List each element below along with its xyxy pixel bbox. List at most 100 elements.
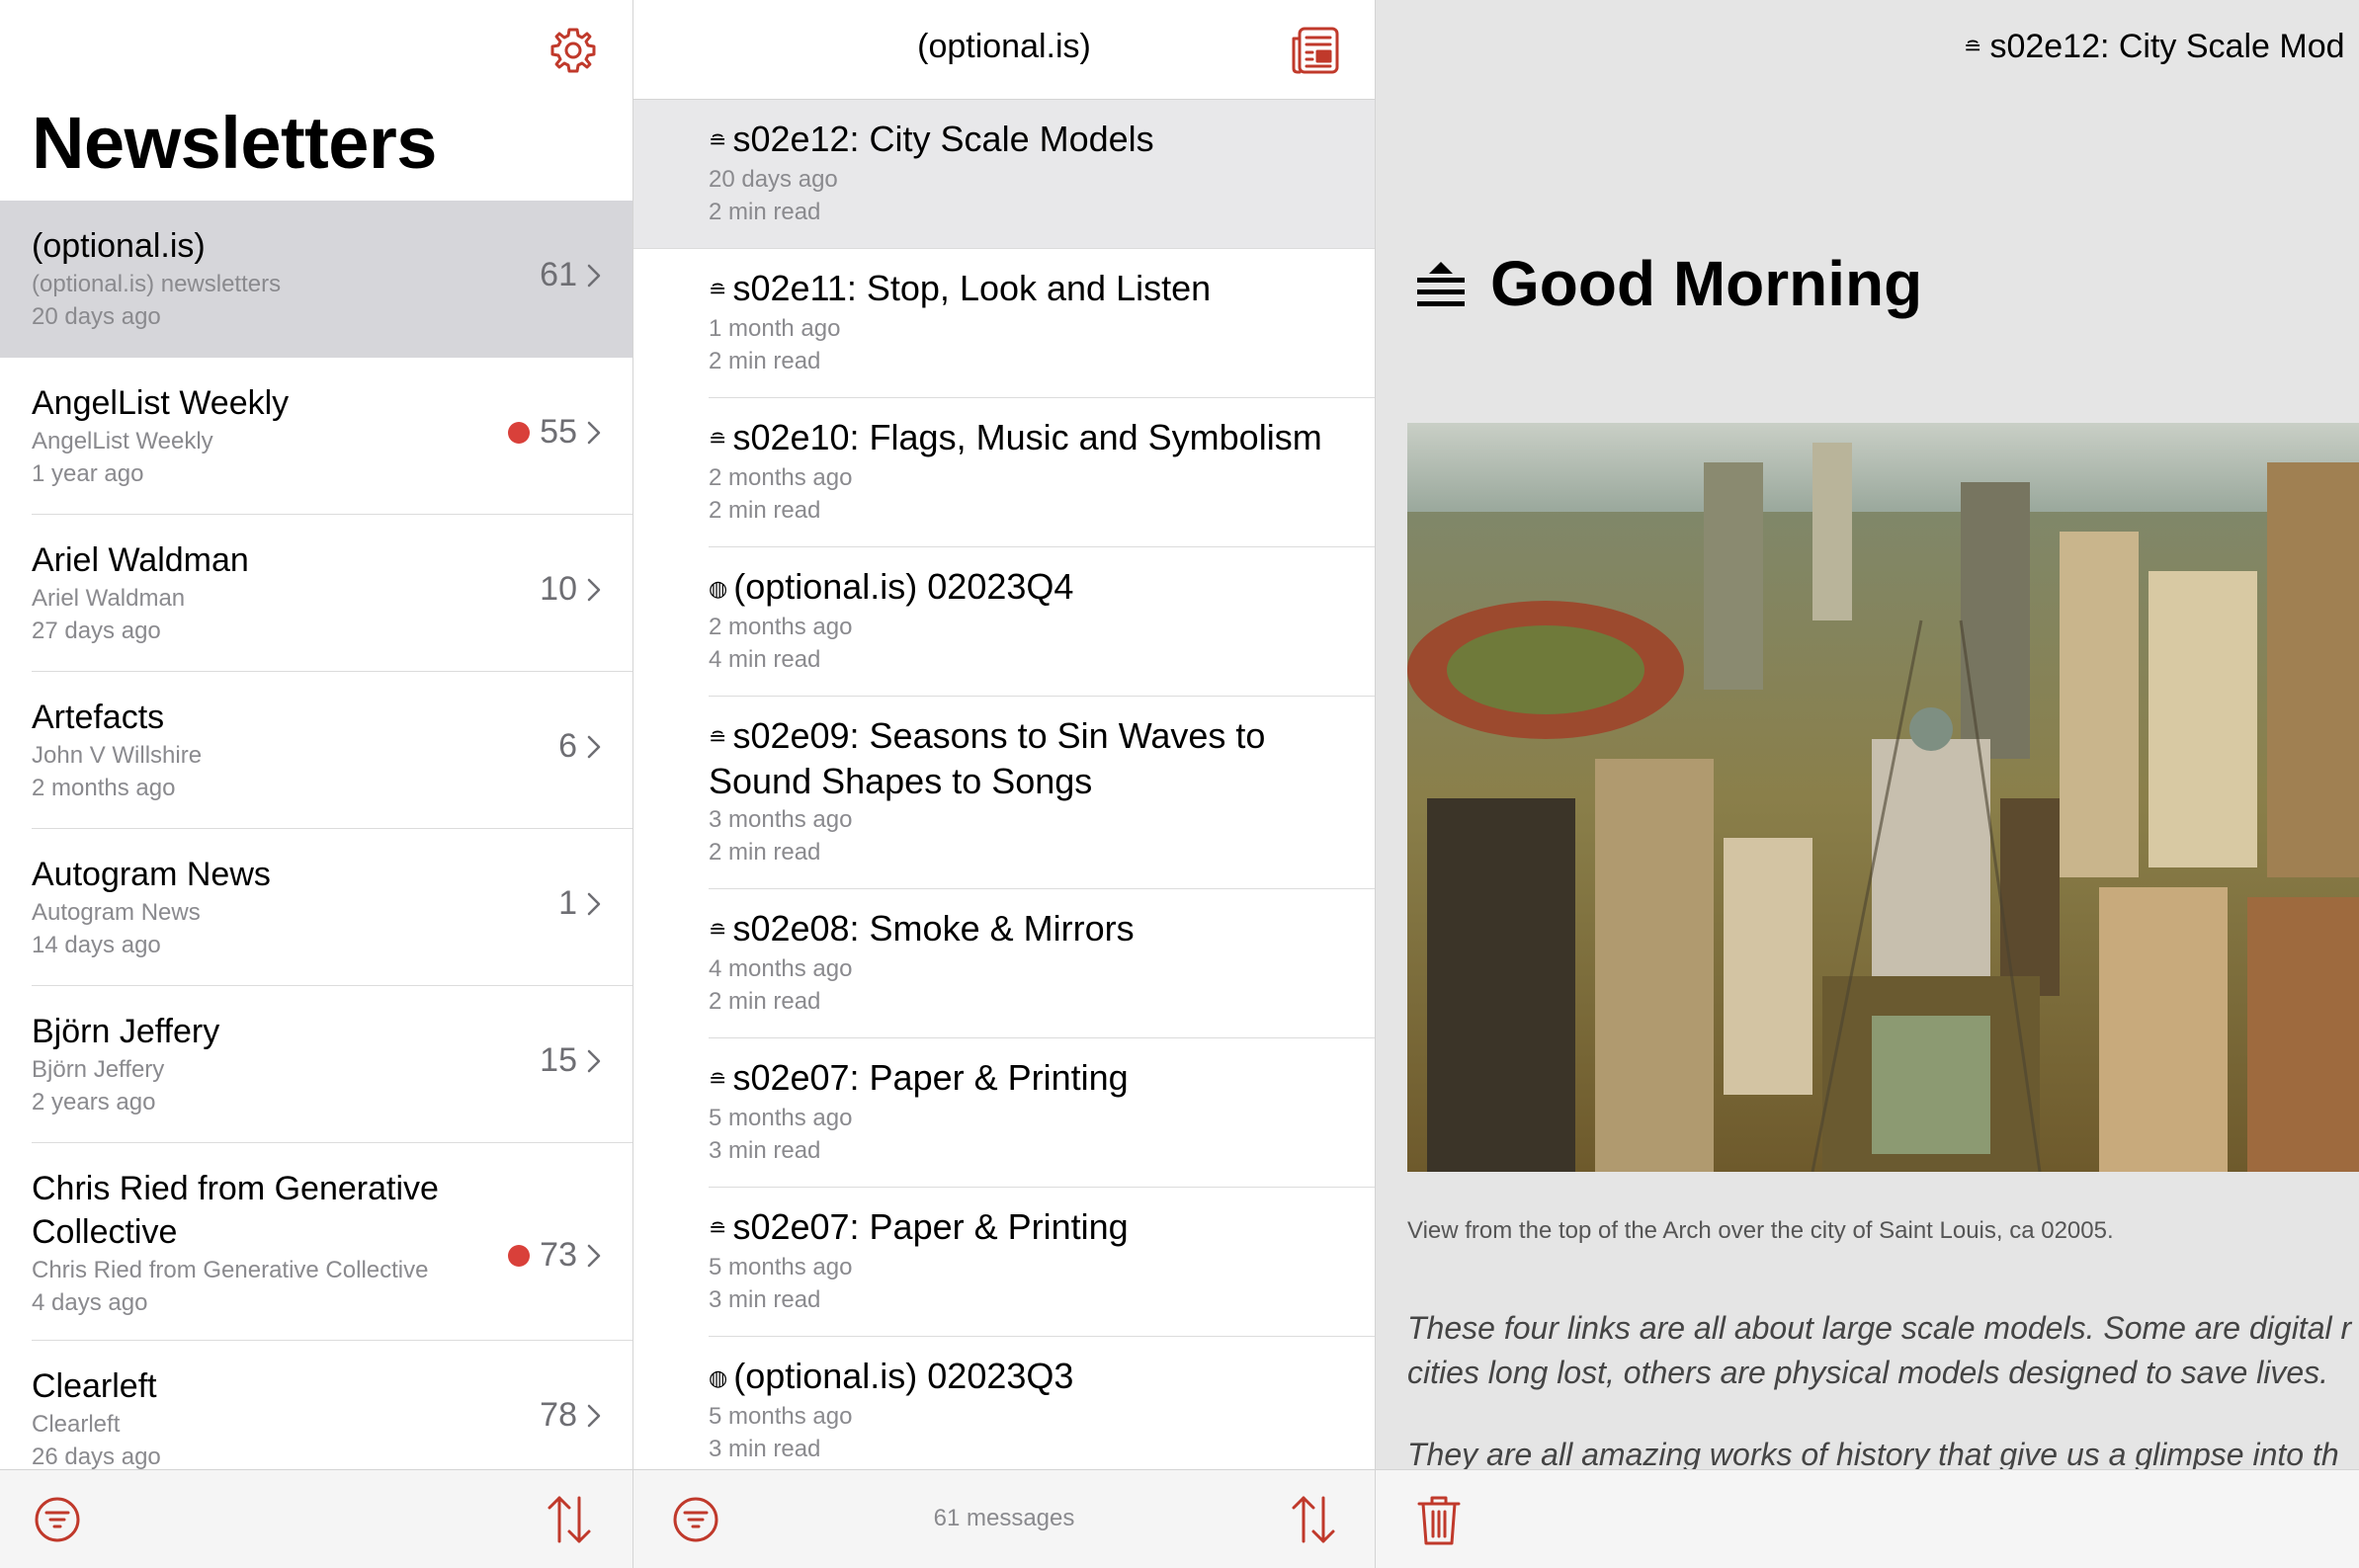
- message-type-icon: ≘: [709, 725, 727, 750]
- message-title: ◍ (optional.is) 02023Q3: [709, 1355, 1341, 1400]
- message-count: 61 messages: [933, 1505, 1075, 1531]
- message-type-icon: ≘: [709, 918, 727, 943]
- message-read-time: 3 min read: [709, 1436, 821, 1462]
- newsletter-count: 78: [540, 1396, 577, 1434]
- newsletter-author: (optional.is) newsletters: [32, 271, 282, 297]
- newsletter-count: 10: [540, 570, 577, 608]
- sort-button[interactable]: [542, 1492, 597, 1547]
- message-item[interactable]: ≘ s02e10: Flags, Music and Symbolism 2 mon…: [633, 398, 1375, 547]
- left-toolbar: [0, 1469, 632, 1568]
- article-nav-title: ≘ s02e12: City Scale Mod: [1964, 28, 2345, 66]
- reader-pane: ≘ s02e12: City Scale Mod Good Morning Vi…: [1376, 0, 2359, 1568]
- newsletter-count-area: 78: [540, 1396, 601, 1435]
- message-read-time: 4 min read: [709, 646, 821, 673]
- newsletter-count: 1: [558, 884, 577, 922]
- newsletter-author: AngelList Weekly: [32, 428, 213, 454]
- newsletter-count-area: 10: [540, 570, 601, 609]
- newsletter-time: 2 years ago: [32, 1089, 156, 1115]
- newsletter-name: Autogram News: [32, 856, 271, 893]
- message-title: ≘ s02e09: Seasons to Sin Waves to Sound S…: [709, 714, 1341, 803]
- newsletter-time: 26 days ago: [32, 1444, 161, 1470]
- message-date: 5 months ago: [709, 1254, 853, 1280]
- chevron-right-icon: [587, 1244, 601, 1267]
- chevron-right-icon: [587, 735, 601, 758]
- message-date: 5 months ago: [709, 1403, 853, 1430]
- newsletter-author: Clearleft: [32, 1411, 121, 1438]
- page-title: Newsletters: [32, 102, 437, 184]
- newsletter-item[interactable]: (optional.is) (optional.is) newsletters 20…: [0, 201, 632, 358]
- message-item[interactable]: ≘ s02e09: Seasons to Sin Waves to Sound S…: [633, 697, 1375, 889]
- filter-button[interactable]: [30, 1492, 85, 1547]
- message-item[interactable]: ≘ s02e07: Paper & Printing 5 months ago 3 m…: [633, 1188, 1375, 1337]
- photo-caption: View from the top of the Arch over the c…: [1407, 1217, 2114, 1244]
- message-title: ≘ s02e10: Flags, Music and Symbolism: [709, 416, 1341, 461]
- article-photo: [1407, 423, 2359, 1172]
- sort-messages-button[interactable]: [1286, 1492, 1341, 1547]
- newsletter-name: AngelList Weekly: [32, 384, 290, 422]
- message-title: ≘ s02e11: Stop, Look and Listen: [709, 267, 1341, 312]
- message-read-time: 2 min read: [709, 348, 821, 374]
- reader-button[interactable]: [1290, 25, 1341, 76]
- newsletter-name: Chris Ried from Generative Collective: [32, 1170, 439, 1251]
- newsletter-item[interactable]: Chris Ried from Generative Collective Chr…: [0, 1143, 632, 1341]
- newsletter-author: Autogram News: [32, 899, 201, 926]
- message-item[interactable]: ≘ s02e11: Stop, Look and Listen 1 month ag…: [633, 249, 1375, 398]
- message-title-text: s02e07: Paper & Printing: [732, 1057, 1129, 1098]
- newsletter-item[interactable]: Björn Jeffery Björn Jeffery 2 years ago 15: [0, 986, 632, 1143]
- message-title: ≘ s02e08: Smoke & Mirrors: [709, 907, 1341, 952]
- message-list: ≘ s02e12: City Scale Models 20 days ago 2 m…: [633, 100, 1375, 1470]
- chevron-right-icon: [587, 421, 601, 444]
- message-item[interactable]: ≘ s02e08: Smoke & Mirrors 4 months ago 2 mi…: [633, 889, 1375, 1038]
- message-title-text: s02e07: Paper & Printing: [732, 1206, 1129, 1247]
- newsletter-name: (optional.is): [32, 227, 206, 265]
- message-type-icon: ≘: [709, 278, 727, 302]
- message-read-time: 2 min read: [709, 988, 821, 1015]
- message-type-icon: ≘: [709, 427, 727, 452]
- reader-icon: [1292, 27, 1339, 74]
- unread-dot: [508, 1244, 531, 1267]
- messages-title: (optional.is): [917, 28, 1091, 65]
- newsletter-item[interactable]: Clearleft Clearleft 26 days ago 78: [0, 1341, 632, 1470]
- article-heading-text: Good Morning: [1490, 248, 1923, 319]
- newsletter-count-area: 15: [540, 1041, 601, 1080]
- message-item[interactable]: ≘ s02e07: Paper & Printing 5 months ago 3 m…: [633, 1038, 1375, 1188]
- newsletter-item[interactable]: Autogram News Autogram News 14 days ago 1: [0, 829, 632, 986]
- message-read-time: 2 min read: [709, 199, 821, 225]
- newsletter-name: Ariel Waldman: [32, 541, 249, 579]
- newsletter-list: (optional.is) (optional.is) newsletters 20…: [0, 201, 632, 1470]
- message-title: ≘ s02e12: City Scale Models: [709, 118, 1341, 163]
- chevron-right-icon: [587, 892, 601, 915]
- trash-icon: [1417, 1496, 1461, 1545]
- reader-toolbar: [1376, 1469, 2359, 1568]
- message-date: 2 months ago: [709, 464, 853, 491]
- delete-button[interactable]: [1411, 1492, 1467, 1547]
- newsletter-item[interactable]: AngelList Weekly AngelList Weekly 1 year a…: [0, 358, 632, 515]
- message-item[interactable]: ≘ s02e12: City Scale Models 20 days ago 2 m…: [633, 100, 1375, 249]
- newsletter-author: Ariel Waldman: [32, 585, 186, 612]
- message-title: ◍ (optional.is) 02023Q4: [709, 565, 1341, 611]
- newsletter-author: Björn Jeffery: [32, 1056, 165, 1083]
- message-item[interactable]: ◍ (optional.is) 02023Q3 5 months ago 3 min …: [633, 1337, 1375, 1470]
- newsletter-count-area: 73: [508, 1236, 601, 1275]
- message-read-time: 3 min read: [709, 1137, 821, 1164]
- newsletter-item[interactable]: Ariel Waldman Ariel Waldman 27 days ago 10: [0, 515, 632, 672]
- newsletter-item[interactable]: Artefacts John V Willshire 2 months ago 6: [0, 672, 632, 829]
- message-date: 1 month ago: [709, 315, 841, 342]
- message-type-icon: ≘: [709, 1067, 727, 1092]
- newsletter-author: John V Willshire: [32, 742, 203, 769]
- newsletter-count-area: 55: [508, 413, 601, 452]
- settings-button[interactable]: [548, 26, 598, 75]
- message-item[interactable]: ◍ (optional.is) 02023Q4 2 months ago 4 min …: [633, 547, 1375, 697]
- message-title-text: (optional.is) 02023Q4: [733, 566, 1074, 607]
- gear-icon: [550, 28, 596, 73]
- newsletter-time: 20 days ago: [32, 303, 161, 330]
- newsletter-name: Clearleft: [32, 1367, 157, 1405]
- newsletter-count: 73: [540, 1236, 577, 1274]
- article-heading: Good Morning: [1413, 247, 1922, 320]
- middle-toolbar: 61 messages: [633, 1469, 1375, 1568]
- newsletter-count-area: 61: [540, 256, 601, 294]
- newsletter-count: 6: [558, 727, 577, 765]
- message-date: 3 months ago: [709, 806, 853, 833]
- newsletter-time: 27 days ago: [32, 618, 161, 644]
- newsletter-count-area: 1: [558, 884, 601, 923]
